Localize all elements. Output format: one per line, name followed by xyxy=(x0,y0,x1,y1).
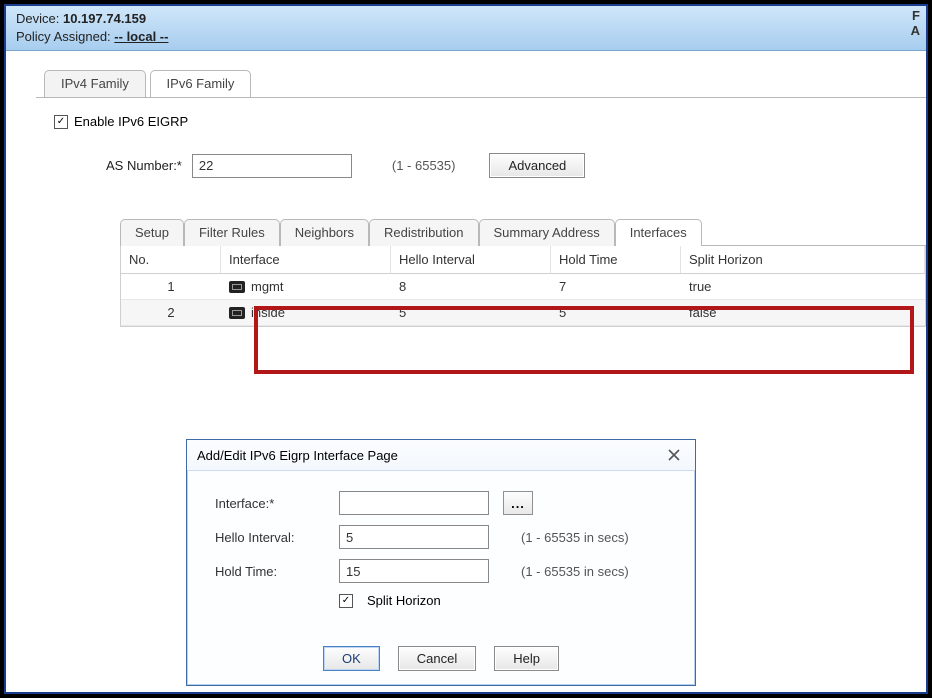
table-header-row: No. Interface Hello Interval Hold Time S… xyxy=(121,246,925,274)
cell-hello: 8 xyxy=(391,274,551,299)
enable-ipv6-eigrp-checkbox[interactable]: ✓ xyxy=(54,115,68,129)
tab-ipv6-family[interactable]: IPv6 Family xyxy=(150,70,252,97)
hold-time-label: Hold Time: xyxy=(215,564,325,579)
tab-summary-address[interactable]: Summary Address xyxy=(479,219,615,246)
header-right-2: A xyxy=(911,23,920,38)
add-edit-interface-dialog: Add/Edit IPv6 Eigrp Interface Page Inter… xyxy=(186,439,696,686)
policy-value[interactable]: -- local -- xyxy=(114,29,168,44)
interfaces-table: No. Interface Hello Interval Hold Time S… xyxy=(120,246,926,327)
help-button[interactable]: Help xyxy=(494,646,559,671)
window-content: F A Device: 10.197.74.159 Policy Assigne… xyxy=(6,6,926,692)
enable-ipv6-eigrp-label: Enable IPv6 EIGRP xyxy=(74,114,188,129)
hold-range-hint: (1 - 65535 in secs) xyxy=(521,564,629,579)
tab-neighbors[interactable]: Neighbors xyxy=(280,219,369,246)
tab-interfaces[interactable]: Interfaces xyxy=(615,219,702,246)
close-icon[interactable] xyxy=(663,446,685,464)
col-interface[interactable]: Interface xyxy=(221,246,391,273)
advanced-button[interactable]: Advanced xyxy=(489,153,585,178)
cell-split: false xyxy=(681,300,925,325)
cell-hold: 5 xyxy=(551,300,681,325)
as-number-range: (1 - 65535) xyxy=(392,158,456,173)
browse-button[interactable]: ... xyxy=(503,491,533,515)
ok-button[interactable]: OK xyxy=(323,646,380,671)
policy-label: Policy Assigned: xyxy=(16,29,111,44)
table-row[interactable]: 1 mgmt 8 7 true xyxy=(121,274,925,300)
tab-filter-rules[interactable]: Filter Rules xyxy=(184,219,280,246)
nic-icon xyxy=(229,281,245,293)
hello-range-hint: (1 - 65535 in secs) xyxy=(521,530,629,545)
as-number-label: AS Number:* xyxy=(106,158,182,173)
tab-redistribution[interactable]: Redistribution xyxy=(369,219,479,246)
interface-input[interactable] xyxy=(339,491,489,515)
cell-hold: 7 xyxy=(551,274,681,299)
dialog-title: Add/Edit IPv6 Eigrp Interface Page xyxy=(197,448,398,463)
window-frame: F A Device: 10.197.74.159 Policy Assigne… xyxy=(0,0,932,698)
cell-hello: 5 xyxy=(391,300,551,325)
hello-interval-input[interactable] xyxy=(339,525,489,549)
col-hold-time[interactable]: Hold Time xyxy=(551,246,681,273)
col-no[interactable]: No. xyxy=(121,246,221,273)
as-number-input[interactable] xyxy=(192,154,352,178)
cell-interface: inside xyxy=(251,305,285,320)
col-split-horizon[interactable]: Split Horizon xyxy=(681,246,925,273)
device-label: Device: xyxy=(16,11,59,26)
interface-label: Interface:* xyxy=(215,496,325,511)
cell-no: 1 xyxy=(121,274,221,299)
split-horizon-checkbox[interactable]: ✓ xyxy=(339,594,353,608)
split-horizon-label: Split Horizon xyxy=(367,593,441,608)
nic-icon xyxy=(229,307,245,319)
hold-time-input[interactable] xyxy=(339,559,489,583)
device-value: 10.197.74.159 xyxy=(63,11,146,26)
header-right-1: F xyxy=(911,8,920,23)
col-hello-interval[interactable]: Hello Interval xyxy=(391,246,551,273)
header-bar: F A Device: 10.197.74.159 Policy Assigne… xyxy=(6,6,926,51)
tab-setup[interactable]: Setup xyxy=(120,219,184,246)
cancel-button[interactable]: Cancel xyxy=(398,646,476,671)
tab-ipv4-family[interactable]: IPv4 Family xyxy=(44,70,146,97)
cell-no: 2 xyxy=(121,300,221,325)
cell-split: true xyxy=(681,274,925,299)
table-row[interactable]: 2 inside 5 5 false xyxy=(121,300,925,326)
hello-interval-label: Hello Interval: xyxy=(215,530,325,545)
cell-interface: mgmt xyxy=(251,279,284,294)
